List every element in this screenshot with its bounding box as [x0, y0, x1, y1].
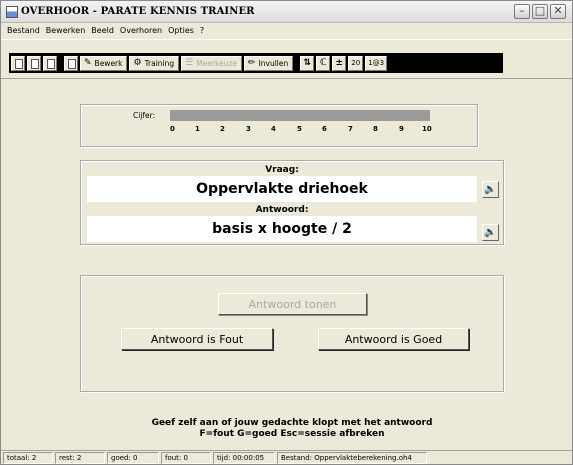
new-file-icon[interactable]	[11, 55, 25, 71]
instruction-line-1: Geef zelf aan of jouw gedachte klopt met…	[151, 418, 433, 428]
speaker-icon[interactable]: 🔈	[482, 181, 499, 198]
status-tijd: tijd: 00:00:05	[213, 451, 275, 464]
maximize-button[interactable]: □	[532, 4, 548, 19]
cijfer-tick: 10	[422, 125, 432, 133]
swap-icon[interactable]: ⇅	[300, 55, 315, 71]
answer-text: basis x hoogte / 2	[87, 216, 477, 242]
window-controls: – □ ✕	[514, 4, 566, 19]
bewerk-button[interactable]: ✎ Bewerk	[80, 55, 128, 71]
cijfer-panel: Cijfer: 0 1 2 3 4 5 6 7 8 9 10	[80, 104, 478, 147]
status-bestand: Bestand: Oppervlakteberekening.oh4	[277, 451, 427, 464]
answer-right-button[interactable]: Antwoord is Goed	[318, 328, 469, 350]
instruction-text: Geef zelf aan of jouw gedachte klopt met…	[80, 418, 504, 440]
meerkeuze-label: Meerkeuze	[196, 58, 238, 68]
training-label: Training	[144, 58, 175, 68]
cijfer-tick: 8	[373, 125, 378, 133]
toolbar-separator	[295, 56, 298, 71]
close-button[interactable]: ✕	[550, 4, 566, 19]
invullen-label: Invullen	[258, 58, 289, 68]
answer-label: Antwoord:	[255, 205, 309, 215]
cijfer-scale: 0 1 2 3 4 5 6 7 8 9 10	[170, 125, 432, 135]
show-answer-button[interactable]: Antwoord tonen	[218, 293, 367, 315]
cijfer-tick: 5	[297, 125, 302, 133]
cijfer-label: Cijfer:	[133, 111, 156, 120]
training-icon: ⚙	[133, 57, 142, 68]
app-window: OVERHOOR - PARATE KENNIS TRAINER – □ ✕ B…	[0, 0, 573, 465]
meerkeuze-button[interactable]: ☰ Meerkeuze	[181, 55, 243, 71]
app-icon	[6, 5, 18, 18]
training-button[interactable]: ⚙ Training	[129, 55, 180, 71]
answer-wrong-button[interactable]: Antwoord is Fout	[121, 328, 273, 350]
cijfer-tick: 2	[220, 125, 225, 133]
edit-icon: ✎	[84, 57, 92, 68]
question-label: Vraag:	[265, 165, 299, 175]
cijfer-tick: 9	[399, 125, 404, 133]
speaker-icon[interactable]: 🔈	[482, 224, 499, 241]
bewerk-label: Bewerk	[94, 58, 123, 68]
cijfer-tick: 0	[170, 125, 175, 133]
cijfer-tick: 3	[246, 125, 251, 133]
menu-bar: Bestand Bewerken Beeld Overhoren Opties …	[1, 23, 572, 38]
menu-overhoren[interactable]: Overhoren	[117, 26, 165, 35]
font-icon[interactable]: ℂ	[316, 55, 331, 71]
toolbar-strip: ✎ Bewerk ⚙ Training ☰ Meerkeuze ✏ Invull…	[9, 53, 503, 73]
menu-beeld[interactable]: Beeld	[88, 26, 117, 35]
multiple-choice-icon: ☰	[185, 57, 194, 68]
question-answer-panel: Vraag: Oppervlakte driehoek 🔈 Antwoord: …	[80, 160, 504, 245]
counter-display[interactable]: 1@3	[365, 55, 388, 71]
cijfer-tick: 7	[348, 125, 353, 133]
menu-bewerken[interactable]: Bewerken	[43, 26, 89, 35]
cijfer-bar	[170, 110, 430, 121]
print-icon[interactable]	[64, 55, 78, 71]
plus-minus-icon[interactable]: ±	[332, 55, 347, 71]
title-bar[interactable]: OVERHOOR - PARATE KENNIS TRAINER – □ ✕	[1, 1, 572, 23]
status-rest: rest: 2	[55, 451, 105, 464]
minimize-button[interactable]: –	[514, 4, 530, 19]
cijfer-tick: 6	[322, 125, 327, 133]
window-title: OVERHOOR - PARATE KENNIS TRAINER	[21, 6, 255, 17]
question-text: Oppervlakte driehoek	[87, 176, 477, 202]
menu-opties[interactable]: Opties	[165, 26, 197, 35]
pencil-icon: ✏	[248, 57, 256, 68]
menu-bestand[interactable]: Bestand	[4, 26, 43, 35]
open-file-icon[interactable]	[27, 55, 41, 71]
status-fout: fout: 0	[161, 451, 211, 464]
question-count[interactable]: 20	[348, 55, 364, 71]
invullen-button[interactable]: ✏ Invullen	[244, 55, 294, 71]
toolbar: ✎ Bewerk ⚙ Training ☰ Meerkeuze ✏ Invull…	[1, 39, 572, 79]
status-bar: totaal: 2 rest: 2 goed: 0 fout: 0 tijd: …	[1, 450, 572, 464]
cijfer-tick: 4	[271, 125, 276, 133]
status-totaal: totaal: 2	[3, 451, 53, 464]
actions-panel: Antwoord tonen Antwoord is Fout Antwoord…	[80, 275, 504, 392]
instruction-line-2: F=fout G=goed Esc=sessie afbreken	[199, 429, 385, 439]
save-file-icon[interactable]	[43, 55, 57, 71]
menu-help[interactable]: ?	[197, 26, 207, 35]
status-goed: goed: 0	[107, 451, 159, 464]
toolbar-separator	[59, 56, 62, 71]
cijfer-tick: 1	[195, 125, 200, 133]
